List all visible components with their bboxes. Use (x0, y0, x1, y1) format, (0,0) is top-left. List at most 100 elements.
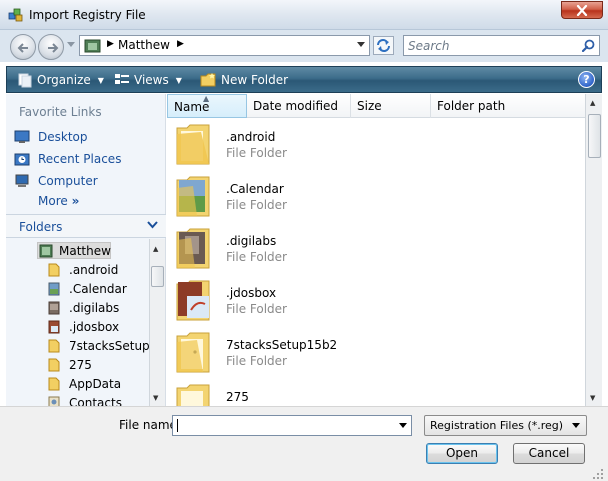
file-name-combobox[interactable] (172, 415, 412, 436)
file-row[interactable]: .android File Folder (167, 118, 585, 170)
views-icon (115, 74, 129, 84)
tree-item[interactable]: Contacts (47, 394, 122, 406)
favorite-computer-label: Computer (38, 174, 98, 188)
back-arrow-icon (17, 43, 28, 53)
new-folder-label: New Folder (221, 73, 289, 87)
search-input[interactable] (408, 38, 578, 53)
open-button[interactable]: Open (426, 443, 498, 464)
file-name: .jdosbox (226, 286, 277, 300)
tree-item-label: .Calendar (69, 282, 127, 296)
search-icon[interactable] (582, 39, 595, 52)
file-name: 7stacksSetup15b2 (226, 338, 338, 352)
file-name: 275 (226, 390, 249, 404)
file-name-dropdown-icon[interactable] (399, 423, 407, 428)
sort-ascending-icon: ▲ (203, 94, 210, 103)
folder-icon (48, 339, 60, 353)
search-box[interactable] (403, 35, 600, 56)
forward-button[interactable] (38, 34, 64, 60)
file-row[interactable]: .Calendar File Folder (167, 170, 585, 222)
favorites-more-link[interactable]: More » (38, 194, 79, 208)
scroll-down-icon[interactable]: ▼ (153, 394, 158, 402)
user-folder-icon (84, 39, 101, 53)
scrollbar-thumb[interactable] (151, 266, 164, 287)
file-row[interactable]: .digilabs File Folder (167, 222, 585, 274)
tree-item-label: AppData (69, 377, 122, 391)
address-bar[interactable]: ▶ Matthew ▶ (79, 35, 370, 56)
file-type-select[interactable]: Registration Files (*.reg) (424, 415, 587, 436)
address-dropdown-icon[interactable] (357, 42, 365, 47)
tree-item[interactable]: .android (47, 261, 118, 279)
chevron-down-icon (147, 221, 158, 229)
scroll-down-icon[interactable]: ▼ (590, 394, 595, 402)
views-button[interactable]: Views ▼ (114, 71, 182, 89)
folder-tree-scrollbar[interactable]: ▲ ▼ (149, 239, 165, 406)
close-icon (576, 5, 588, 16)
close-button[interactable] (561, 1, 603, 19)
dialog-footer: File name: Registration Files (*.reg) Op… (0, 406, 608, 481)
breadcrumb-matthew[interactable]: Matthew (118, 38, 170, 52)
file-row[interactable]: .jdosbox File Folder (167, 274, 585, 326)
user-folder-icon (39, 244, 53, 258)
tree-item[interactable]: .jdosbox (47, 318, 119, 336)
folder-image-icon (176, 228, 210, 269)
folder-image-icon (48, 301, 60, 315)
file-list-scrollbar[interactable]: ▲ ▼ (585, 94, 602, 406)
tree-item[interactable]: AppData (47, 375, 121, 393)
tree-item[interactable]: .Calendar (47, 280, 127, 298)
tree-item[interactable]: .digilabs (47, 299, 119, 317)
file-type-dropdown-icon (572, 423, 580, 428)
cancel-button[interactable]: Cancel (513, 443, 585, 464)
organize-button[interactable]: Organize ▼ (17, 71, 104, 89)
file-row[interactable]: 275 (167, 378, 585, 406)
desktop-icon (14, 130, 30, 143)
scroll-up-icon[interactable]: ▲ (153, 245, 158, 253)
file-name: .digilabs (226, 234, 277, 248)
folders-header[interactable]: Folders (6, 214, 166, 238)
scroll-up-icon[interactable]: ▲ (590, 99, 595, 107)
tree-item-matthew-row[interactable]: Matthew (39, 242, 111, 260)
file-row[interactable]: 7stacksSetup15b2 File Folder (167, 326, 585, 378)
tree-item[interactable]: 275 (47, 356, 92, 374)
folder-image-icon (176, 280, 210, 321)
window-title: Import Registry File (29, 8, 146, 22)
file-name: .android (226, 130, 276, 144)
resize-grip-icon[interactable] (593, 469, 604, 480)
file-name-input[interactable] (177, 418, 387, 433)
folder-image-icon (48, 282, 60, 296)
favorite-computer[interactable]: Computer (14, 172, 98, 190)
scrollbar-thumb[interactable] (588, 114, 601, 158)
views-label: Views (134, 73, 169, 87)
new-folder-button[interactable]: New Folder (200, 71, 288, 89)
forward-arrow-icon (48, 43, 59, 53)
column-header-date-modified[interactable]: Date modified (247, 94, 351, 118)
file-type: File Folder (226, 302, 287, 316)
file-name: .Calendar (226, 182, 284, 196)
refresh-icon (377, 39, 390, 52)
favorite-links-heading: Favorite Links (19, 105, 102, 119)
column-header-folder-path[interactable]: Folder path (431, 94, 585, 118)
file-type: File Folder (226, 146, 287, 160)
recent-pages-dropdown-icon[interactable] (67, 42, 75, 48)
folder-icon (176, 384, 210, 406)
file-list: .android File Folder .Calendar File Fold… (167, 118, 585, 406)
column-header-size[interactable]: Size (351, 94, 431, 118)
refresh-button[interactable] (373, 36, 394, 55)
file-type: File Folder (226, 198, 287, 212)
help-button[interactable]: ? (578, 71, 595, 88)
views-dropdown-icon: ▼ (175, 75, 182, 85)
navigation-pane: Favorite Links Desktop Recent Places Com… (6, 94, 166, 406)
tree-item[interactable]: 7stacksSetup15 (47, 337, 150, 355)
column-header-name[interactable]: ▲ Name (167, 94, 247, 118)
text-caret (177, 419, 178, 432)
breadcrumb-separator-icon[interactable]: ▶ (177, 39, 184, 49)
favorite-recent-places[interactable]: Recent Places (14, 150, 121, 168)
tree-item-label: Contacts (69, 396, 122, 406)
new-folder-icon (200, 73, 216, 87)
tree-item-label: 275 (69, 358, 92, 372)
contacts-folder-icon (48, 396, 60, 406)
folder-tree[interactable]: Matthew .android .Calendar .digilabs .jd… (6, 239, 150, 406)
breadcrumb-separator-icon[interactable]: ▶ (107, 39, 114, 49)
title-bar: Import Registry File (0, 0, 608, 30)
favorite-desktop[interactable]: Desktop (14, 128, 88, 146)
back-button[interactable] (10, 34, 36, 60)
